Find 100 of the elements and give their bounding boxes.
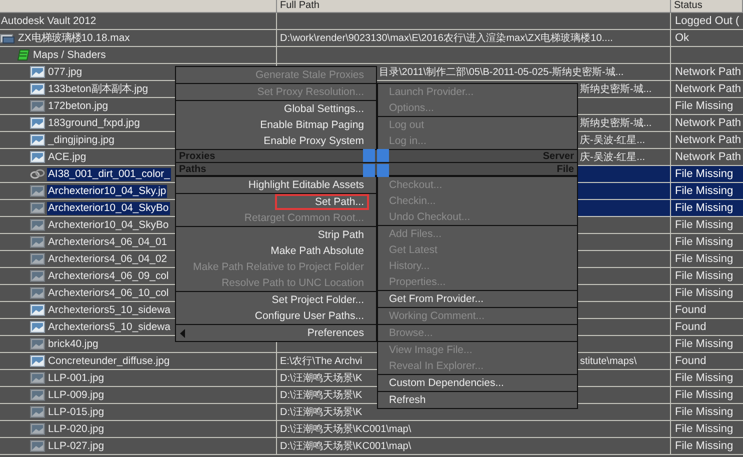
tree-item[interactable]: Archexterior10_04_SkyBo xyxy=(47,202,170,214)
menu-header: Paths xyxy=(179,164,206,174)
picture-icon xyxy=(30,423,45,435)
status-text: File Missing xyxy=(675,185,734,197)
status-text: File Missing xyxy=(675,202,734,214)
status-text: Found xyxy=(675,304,706,316)
path-text: D:\汪潮鸣天场景\KC001\map\ xyxy=(280,422,412,436)
status-text: Network Path xyxy=(675,66,742,78)
picture-icon xyxy=(30,117,45,129)
menu-item[interactable]: Set Path... xyxy=(274,194,369,210)
tree-item[interactable]: LLP-027.jpg xyxy=(47,440,106,452)
menu-item[interactable]: Preferences xyxy=(307,326,364,340)
tree-item[interactable]: Concreteunder_diffuse.jpg xyxy=(47,354,171,368)
menu-header: File xyxy=(556,164,574,174)
picture-icon xyxy=(30,270,45,282)
picture-icon xyxy=(30,440,45,452)
status-text: Network Path xyxy=(675,83,742,95)
quadrant-squares-icon xyxy=(363,149,389,177)
menu-item[interactable]: Refresh xyxy=(389,393,426,407)
path-text: D:\work\render\9023130\max\E\2016农行\进入渲染max\ZX电梯玻璃楼10.... xyxy=(280,32,613,45)
tree-item[interactable]: Archexteriors4_06_04_02 xyxy=(47,252,168,266)
column-header[interactable]: Status xyxy=(674,0,702,11)
tree-item[interactable]: Archexteriors5_10_sidewa xyxy=(47,304,172,316)
menu-header: Proxies xyxy=(179,150,216,162)
tree-item[interactable]: Archexterior10_04_Sky.jp xyxy=(47,184,168,198)
tree-item[interactable]: _dingjiping.jpg xyxy=(47,134,116,146)
picture-icon xyxy=(30,355,45,367)
picture-icon xyxy=(30,236,45,248)
menu-item[interactable]: Custom Dependencies... xyxy=(389,376,504,390)
status-text: Found xyxy=(675,321,706,333)
status-text: File Missing xyxy=(675,253,734,265)
path-text: 斯纳史密斯-城... xyxy=(580,82,652,96)
path-text: E:\农行\The Archvi xyxy=(280,355,362,368)
tree-item[interactable]: Autodesk Vault 2012 xyxy=(0,14,98,28)
picture-icon xyxy=(30,406,45,418)
column-header[interactable]: Full Path xyxy=(280,0,320,11)
menu-item[interactable]: Enable Proxy System xyxy=(264,134,364,148)
menu-item[interactable]: Highlight Editable Assets xyxy=(248,178,364,192)
path-text: 斯纳史密斯-城... xyxy=(580,116,652,130)
status-text: File Missing xyxy=(675,270,734,282)
file-icon xyxy=(0,32,15,44)
tree-item[interactable]: 172beton.jpg xyxy=(47,100,110,112)
path-text: 庆-吴波-红星... xyxy=(580,134,645,147)
path-text: D:\汪潮鸣天场景\KC001\map\ xyxy=(280,440,412,453)
status-text: File Missing xyxy=(675,389,734,401)
tree-item[interactable]: LLP-020.jpg xyxy=(47,422,106,436)
picture-icon xyxy=(30,389,45,401)
chain-icon xyxy=(30,168,45,180)
tree-item[interactable]: 077.jpg xyxy=(47,66,84,78)
status-text: File Missing xyxy=(675,168,734,180)
status-text: Ok xyxy=(675,32,690,44)
tree-item[interactable]: ZX电梯玻璃楼10.18.max xyxy=(17,30,131,46)
menu-item[interactable]: Enable Bitmap Paging xyxy=(260,118,364,132)
tree-item[interactable]: Archexterior10_04_SkyBo xyxy=(47,218,170,232)
tree-item[interactable]: Maps / Shaders xyxy=(32,48,107,62)
menu-item[interactable]: Make Path Absolute xyxy=(270,244,364,258)
status-text: File Missing xyxy=(675,440,734,452)
menu-item[interactable]: Strip Path xyxy=(318,228,364,242)
picture-icon xyxy=(30,253,45,265)
tree-item[interactable]: AI38_001_dirt_001_color_ xyxy=(47,168,171,180)
status-text: Network Path xyxy=(675,117,742,129)
tree-item[interactable]: 133beton副本副本.jpg xyxy=(47,81,150,97)
tree-item[interactable]: ACE.jpg xyxy=(47,150,88,164)
menu-item[interactable]: Get From Provider... xyxy=(389,292,484,306)
material-icon xyxy=(15,49,30,61)
path-text: D:\汪潮鸣天场景\K xyxy=(280,372,362,385)
picture-icon xyxy=(30,338,45,350)
tree-item[interactable]: 183ground_fxpd.jpg xyxy=(47,116,141,130)
status-text: File Missing xyxy=(675,406,734,418)
menu-item[interactable]: Global Settings... xyxy=(284,102,364,116)
picture-icon xyxy=(30,83,45,95)
status-text: File Missing xyxy=(675,236,734,248)
picture-icon xyxy=(30,287,45,299)
tree-item[interactable]: Archexteriors4_06_10_col xyxy=(47,286,170,300)
menu-item[interactable]: Set Project Folder... xyxy=(272,293,364,307)
picture-icon xyxy=(30,202,45,214)
path-text: 庆-吴波-红星... xyxy=(580,150,645,164)
status-text: File Missing xyxy=(675,423,734,435)
submenu-arrow-icon xyxy=(180,328,185,338)
tree-item[interactable]: Archexteriors5_10_sidewa xyxy=(47,320,172,334)
tree-item[interactable]: LLP-001.jpg xyxy=(47,372,106,384)
status-text: Network Path xyxy=(675,151,742,163)
picture-icon xyxy=(30,219,45,231)
tree-item[interactable]: Archexteriors4_06_04_01 xyxy=(47,236,168,248)
tree-item[interactable]: LLP-009.jpg xyxy=(47,388,106,402)
path-text: D:\汪潮鸣天场景\K xyxy=(280,406,362,419)
tree-item[interactable]: LLP-015.jpg xyxy=(47,406,106,418)
menu-item[interactable]: Configure User Paths... xyxy=(254,309,364,323)
picture-icon xyxy=(30,372,45,384)
picture-icon xyxy=(30,134,45,146)
tree-item[interactable]: brick40.jpg xyxy=(47,338,100,350)
picture-icon xyxy=(30,185,45,197)
status-text: File Missing xyxy=(675,372,734,384)
path-text: stitute\maps\ xyxy=(580,356,637,366)
picture-icon xyxy=(30,321,45,333)
status-text: File Missing xyxy=(675,219,734,231)
picture-icon xyxy=(30,304,45,316)
status-text: Logged Out ( xyxy=(675,15,740,27)
status-text: File Missing xyxy=(675,338,734,350)
tree-item[interactable]: Archexteriors4_06_09_col xyxy=(47,270,170,282)
